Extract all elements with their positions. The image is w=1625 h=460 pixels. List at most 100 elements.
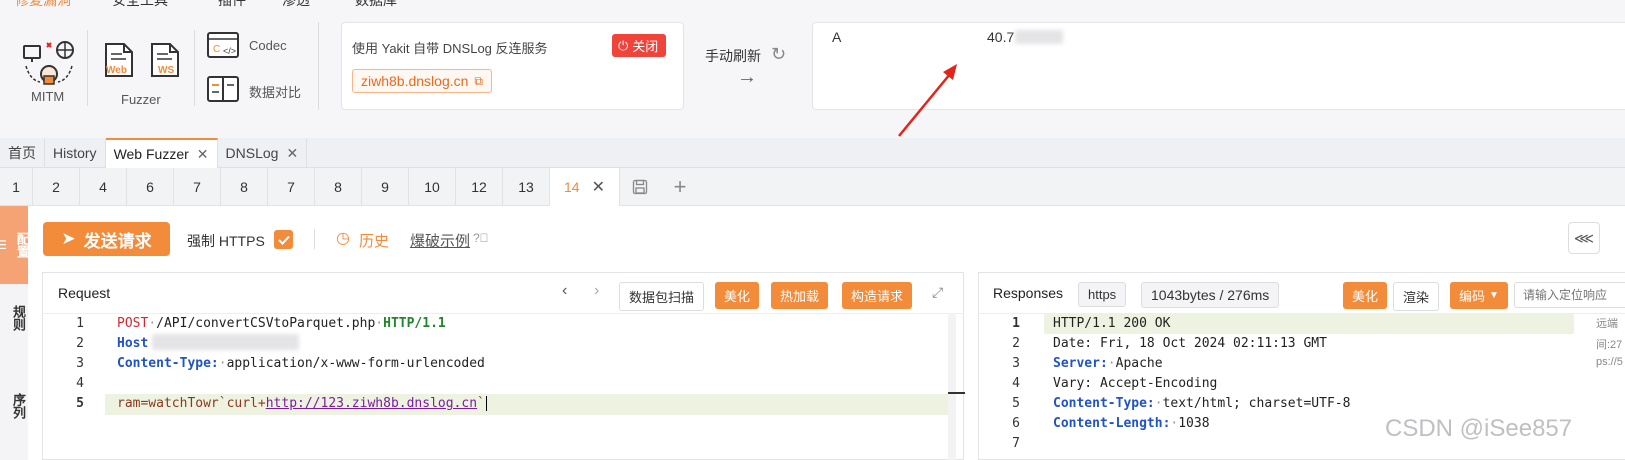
- body-tail: `: [477, 396, 485, 411]
- help-icon[interactable]: ?⃝: [473, 231, 489, 245]
- construct-request-button[interactable]: 构造请求: [842, 282, 913, 309]
- history-button[interactable]: 历史: [359, 230, 389, 251]
- close-label: 关闭: [632, 39, 659, 54]
- web-tag: Web: [106, 65, 127, 76]
- tab-history[interactable]: History: [45, 138, 106, 168]
- subtab[interactable]: 13: [503, 168, 550, 206]
- arrow-right-icon: →: [737, 66, 757, 88]
- force-https-checkbox[interactable]: [274, 230, 293, 249]
- refresh-icon[interactable]: ↻: [771, 44, 786, 65]
- fuzzer-label[interactable]: Fuzzer: [121, 92, 161, 107]
- codec-icon[interactable]: C </>: [207, 32, 241, 60]
- code-line: Host: [117, 336, 148, 351]
- ws-tag: WS: [158, 65, 175, 76]
- tab-label: 首页: [8, 145, 36, 161]
- response-search-input[interactable]: [1514, 282, 1625, 308]
- subtab[interactable]: 7: [174, 168, 221, 206]
- sidebar-item-rules[interactable]: 规则 ▤: [0, 305, 28, 331]
- chevron-right-icon[interactable]: ›: [594, 282, 599, 300]
- send-label: 发送请求: [83, 231, 152, 251]
- line-number: 1: [1012, 316, 1020, 331]
- svg-text:</>: </>: [223, 46, 236, 56]
- example-link[interactable]: 爆破示例: [410, 230, 470, 251]
- line-number: 4: [1012, 376, 1020, 391]
- copy-icon[interactable]: ⧉: [474, 74, 483, 89]
- render-button[interactable]: 渲染: [1393, 282, 1440, 311]
- packet-scan-button[interactable]: 数据包扫描: [619, 282, 705, 311]
- svg-text:C: C: [213, 44, 220, 55]
- refresh-label[interactable]: 手动刷新: [705, 46, 761, 66]
- subtab[interactable]: 9: [362, 168, 409, 206]
- subtab[interactable]: 4: [80, 168, 127, 206]
- encode-label: 编码: [1459, 289, 1486, 304]
- compare-icon[interactable]: [207, 75, 241, 103]
- response-beautify-button[interactable]: 美化: [1343, 282, 1388, 309]
- top-menu-item[interactable]: 数据库: [355, 0, 397, 10]
- sidebar-item-config[interactable]: 配置 ☰: [0, 206, 30, 284]
- sidebar-item-sequence[interactable]: 序列 ▭: [0, 393, 28, 419]
- top-menu-item[interactable]: 安全工具: [112, 0, 168, 10]
- send-icon: ➤: [61, 229, 76, 248]
- compare-label[interactable]: 数据对比: [249, 82, 301, 101]
- dnslog-domain[interactable]: ziwh8b.dnslog.cn ⧉: [352, 69, 492, 93]
- beautify-button[interactable]: 美化: [715, 282, 760, 309]
- line-number: 3: [1012, 356, 1020, 371]
- record-ip: 40.7: [987, 29, 1015, 45]
- editor-scrollbar[interactable]: [948, 313, 956, 460]
- cursor: [485, 396, 495, 411]
- subtab[interactable]: 2: [33, 168, 80, 206]
- annotation-arrow: [898, 64, 957, 137]
- save-icon[interactable]: [620, 168, 660, 206]
- clock-icon[interactable]: ◷: [336, 228, 350, 248]
- subtab[interactable]: 10: [409, 168, 456, 206]
- close-dnslog-button[interactable]: ⏻ 关闭: [612, 34, 667, 57]
- line-number: 2: [76, 336, 84, 351]
- redacted-host: [152, 334, 299, 350]
- power-icon: ⏻: [618, 37, 629, 53]
- add-tab-icon[interactable]: +: [660, 168, 700, 206]
- subtab[interactable]: 12: [456, 168, 503, 206]
- mitm-icon[interactable]: [22, 36, 76, 86]
- protocol-badge: https: [1078, 282, 1127, 307]
- header-value: application/x-www-form-urlencoded: [226, 356, 485, 371]
- send-request-button[interactable]: ➤ 发送请求: [43, 222, 170, 256]
- request-title: Request: [58, 285, 111, 301]
- header-value: text/html; charset=UTF-8: [1162, 396, 1351, 411]
- header-value: Apache: [1115, 356, 1163, 371]
- payload-url: http://123.ziwh8b.dnslog.cn: [265, 396, 478, 411]
- header-value: 1038: [1178, 416, 1210, 431]
- close-icon[interactable]: ✕: [286, 145, 298, 162]
- code-line: Content-Type:·application/x-www-form-url…: [117, 356, 485, 371]
- subtab[interactable]: 6: [127, 168, 174, 206]
- subtab[interactable]: 8: [221, 168, 268, 206]
- body-param: ram=watchTowr`curl+: [117, 396, 266, 411]
- top-menu-item[interactable]: 插件: [218, 0, 246, 10]
- tab-label: Web Fuzzer: [113, 146, 189, 162]
- mitm-label[interactable]: MITM: [31, 89, 64, 104]
- hotload-button[interactable]: 热加载: [771, 282, 829, 309]
- codec-label[interactable]: Codec: [249, 38, 287, 53]
- code-line: Server:·Apache: [1053, 356, 1163, 371]
- tab-dnslog[interactable]: DNSLog ✕: [218, 138, 308, 168]
- top-menu-item[interactable]: 修复漏洞: [15, 0, 71, 10]
- close-icon[interactable]: ✕: [197, 146, 209, 163]
- redacted-ip: [1015, 30, 1063, 44]
- subtab-active[interactable]: 14 ✕: [550, 168, 620, 206]
- subtab[interactable]: 8: [315, 168, 362, 206]
- line-number: 1: [76, 316, 84, 331]
- top-menu-item[interactable]: 渗透: [282, 0, 310, 10]
- fullscreen-icon[interactable]: ⤢: [932, 284, 943, 301]
- code-line: Content-Length:·1038: [1053, 416, 1210, 431]
- encode-dropdown[interactable]: 编码 ▼: [1450, 282, 1508, 309]
- line-number: 7: [1012, 436, 1020, 451]
- subtab[interactable]: 1: [0, 168, 33, 206]
- close-icon[interactable]: ✕: [592, 177, 605, 197]
- chevron-left-icon[interactable]: ‹: [562, 282, 567, 300]
- subtab[interactable]: 7: [268, 168, 315, 206]
- tab-web-fuzzer[interactable]: Web Fuzzer ✕: [105, 138, 218, 168]
- divider: [87, 30, 88, 106]
- tab-home[interactable]: 首页: [0, 138, 45, 168]
- sidebar-label: 规则: [11, 305, 26, 331]
- share-icon[interactable]: ⋘: [1568, 222, 1600, 254]
- sliders-icon: ☰: [0, 238, 7, 252]
